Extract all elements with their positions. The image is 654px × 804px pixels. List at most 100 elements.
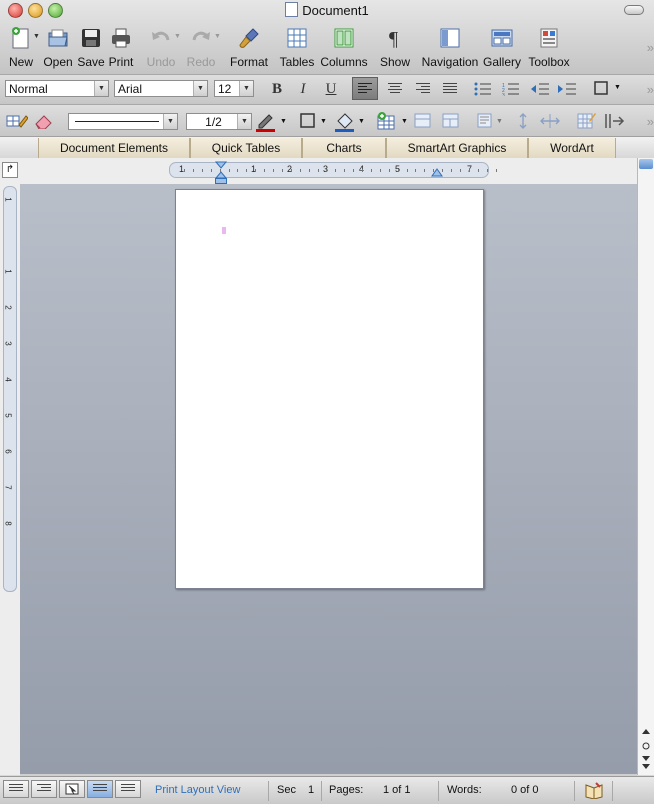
numbered-list-icon[interactable]: 123: [502, 82, 520, 96]
tab-wordart[interactable]: WordArt: [528, 138, 616, 158]
text-direction-icon[interactable]: [603, 112, 625, 130]
border-dropdown-arrow[interactable]: ▼: [320, 118, 327, 125]
ruler-tick: [246, 169, 248, 172]
floppy-disk-icon: [82, 29, 100, 47]
increase-indent-icon[interactable]: [557, 82, 577, 96]
spelling-grammar-book-icon[interactable]: [584, 781, 604, 799]
redo-dropdown-arrow[interactable]: ▼: [214, 33, 221, 40]
font-size-select[interactable]: 12 ▼: [214, 80, 254, 97]
chevron-down-icon: ▼: [239, 81, 253, 96]
style-select[interactable]: Normal ▼: [5, 80, 109, 97]
toolbar-overflow-button[interactable]: »: [647, 40, 654, 55]
publishing-layout-view-button[interactable]: [59, 780, 85, 798]
outline-view-button[interactable]: [31, 780, 57, 798]
status-separator: [438, 781, 439, 801]
ruler-tick: [219, 169, 221, 172]
eraser-icon[interactable]: [33, 113, 53, 129]
redo-button[interactable]: Redo: [185, 26, 217, 72]
cell-alignment-icon[interactable]: [477, 113, 493, 129]
table-autoformat-icon[interactable]: [576, 111, 596, 131]
tables-button[interactable]: Tables: [279, 26, 315, 72]
toolbar-toggle-button[interactable]: [624, 5, 644, 15]
section-label: Sec: [277, 784, 296, 796]
tab-stop-selector[interactable]: ↱: [2, 162, 18, 178]
ruler-tick: [370, 169, 372, 172]
tab-smartart-graphics[interactable]: SmartArt Graphics: [386, 138, 528, 158]
outline-view-icon: [37, 784, 52, 796]
navigation-button[interactable]: Navigation: [420, 26, 480, 72]
ruler-tick: [415, 169, 417, 172]
underline-button[interactable]: U: [321, 80, 341, 98]
border-box-icon[interactable]: [300, 113, 316, 129]
columns-button[interactable]: Columns: [319, 26, 369, 72]
status-separator: [268, 781, 269, 801]
distribute-rows-icon[interactable]: [514, 113, 532, 129]
ruler-number: 4: [3, 377, 13, 382]
tab-quick-tables[interactable]: Quick Tables: [190, 138, 302, 158]
insert-table-icon[interactable]: [376, 111, 398, 131]
borders-icon[interactable]: [594, 81, 609, 96]
pages-value: 1 of 1: [383, 784, 411, 796]
notebook-layout-icon: [121, 784, 136, 796]
pen-color-icon[interactable]: [255, 111, 277, 133]
borders-dropdown-arrow[interactable]: ▼: [614, 84, 621, 91]
split-cells-icon[interactable]: [442, 113, 460, 129]
ruler-tick: [406, 169, 408, 172]
line-style-select[interactable]: ▼: [68, 113, 178, 130]
draft-view-button[interactable]: [3, 780, 29, 798]
drawing-toolbar: ▼ 1/2 ▼ ▼ ▼ ▼ ▼ ▼ »: [0, 104, 654, 137]
gallery-button[interactable]: Gallery: [482, 26, 522, 72]
show-button[interactable]: ¶ Show: [379, 26, 411, 72]
chevron-down-icon: ▼: [163, 114, 177, 129]
open-button[interactable]: Open: [42, 26, 74, 72]
decrease-indent-icon[interactable]: [530, 82, 550, 96]
drawing-overflow-button[interactable]: »: [647, 114, 654, 129]
formatting-overflow-button[interactable]: »: [647, 82, 654, 97]
tab-document-elements[interactable]: Document Elements: [38, 138, 190, 158]
ruler-tick: [290, 169, 292, 172]
line-weight-select[interactable]: 1/2 ▼: [186, 113, 252, 130]
merge-cells-icon[interactable]: [414, 113, 432, 129]
undo-dropdown-arrow[interactable]: ▼: [174, 33, 181, 40]
text-cursor: [222, 227, 226, 234]
distribute-columns-icon[interactable]: [540, 113, 560, 129]
split-window-handle[interactable]: [639, 159, 653, 169]
new-document-icon: [12, 27, 29, 49]
italic-button[interactable]: I: [293, 80, 313, 98]
ruler-tick: [495, 169, 497, 172]
cell-alignment-dropdown-arrow[interactable]: ▼: [496, 118, 503, 125]
document-page[interactable]: [175, 189, 484, 589]
print-layout-view-button[interactable]: [87, 780, 113, 798]
scroll-controls[interactable]: [640, 726, 652, 770]
align-center-icon[interactable]: [388, 83, 403, 95]
chevron-down-icon: ▼: [193, 81, 207, 96]
document-icon: [285, 2, 299, 17]
vertical-scrollbar[interactable]: [637, 158, 654, 775]
ruler-tick: [308, 169, 310, 172]
pen-color-dropdown-arrow[interactable]: ▼: [280, 118, 287, 125]
horizontal-ruler[interactable]: 1 1 2 3 4 5 7: [169, 161, 497, 179]
printer-icon: [112, 28, 130, 48]
print-button[interactable]: Print: [106, 26, 136, 72]
align-right-icon[interactable]: [416, 83, 431, 95]
bold-button[interactable]: B: [267, 80, 287, 98]
shading-bucket-icon[interactable]: [334, 111, 356, 133]
right-indent-marker[interactable]: [431, 166, 443, 178]
undo-button[interactable]: Undo: [145, 26, 177, 72]
align-left-button[interactable]: [352, 77, 378, 100]
toolbox-button[interactable]: Toolbox: [526, 26, 572, 72]
shading-dropdown-arrow[interactable]: ▼: [358, 118, 365, 125]
vertical-ruler[interactable]: 1 1 2 3 4 5 6 7 8: [3, 186, 17, 592]
notebook-layout-view-button[interactable]: [115, 780, 141, 798]
bulleted-list-icon[interactable]: [474, 82, 492, 96]
draw-table-pencil-icon[interactable]: [6, 113, 28, 129]
insert-table-dropdown-arrow[interactable]: ▼: [401, 118, 408, 125]
tab-charts[interactable]: Charts: [302, 138, 386, 158]
pilcrow-icon: ¶: [389, 28, 398, 50]
justify-icon[interactable]: [443, 83, 458, 95]
ruler-tick: [184, 169, 185, 172]
save-button[interactable]: Save: [76, 26, 106, 72]
font-select[interactable]: Arial ▼: [114, 80, 208, 97]
new-dropdown-arrow[interactable]: ▼: [33, 33, 40, 40]
format-button[interactable]: Format: [229, 26, 269, 72]
